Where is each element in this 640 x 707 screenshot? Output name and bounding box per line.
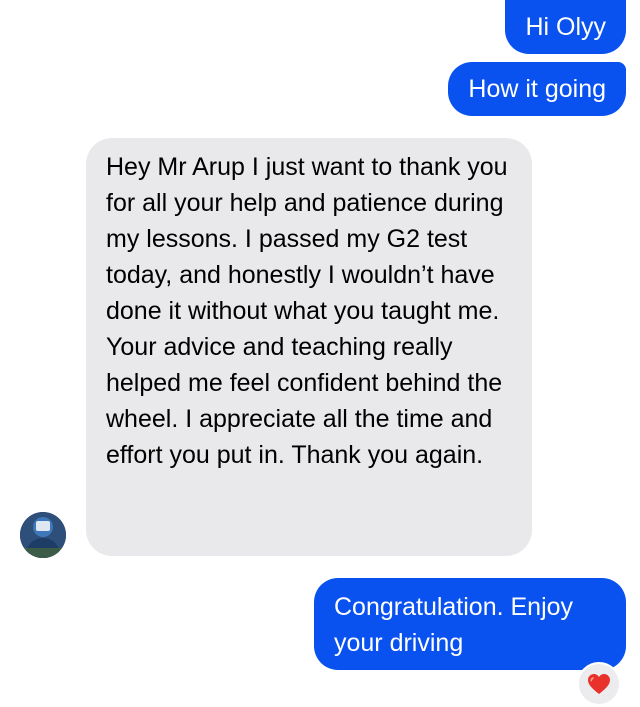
message-text: Hi Olyy — [525, 13, 606, 41]
heart-icon — [588, 674, 610, 694]
outgoing-message[interactable]: Congratulation. Enjoy your driving — [314, 578, 626, 670]
outgoing-message[interactable]: How it going — [448, 62, 626, 116]
message-text: How it going — [468, 75, 606, 103]
message-text: Congratulation. Enjoy your driving — [334, 593, 574, 657]
outgoing-message[interactable]: Hi Olyy — [505, 0, 626, 54]
avatar[interactable] — [20, 512, 66, 558]
incoming-message[interactable]: Hey Mr Arup I just want to thank you for… — [86, 138, 532, 556]
reaction-badge[interactable] — [577, 662, 621, 706]
message-text: Hey Mr Arup I just want to thank you for… — [106, 153, 508, 469]
avatar-image — [20, 512, 66, 558]
